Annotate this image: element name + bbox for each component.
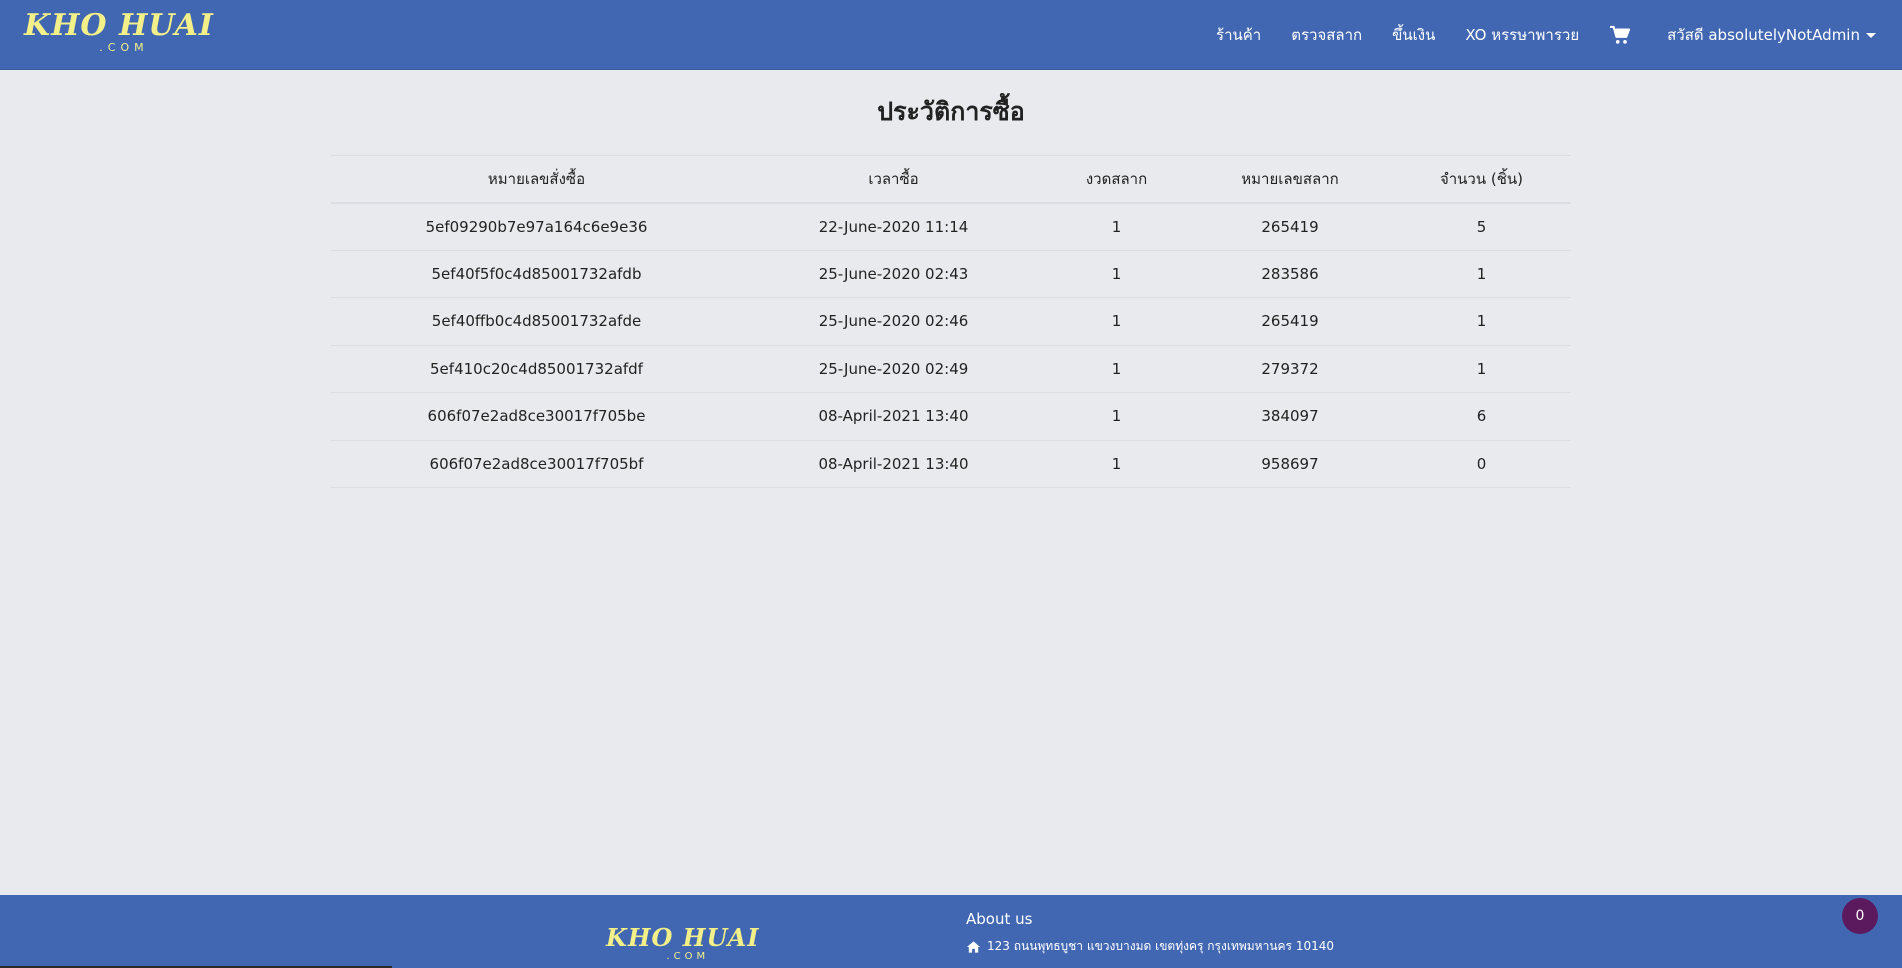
nav-links: ร้านค้า ตรวจสลาก ขึ้นเงิน XO หรรษาพารวย … [1186, 0, 1876, 70]
header-lottery-number: หมายเลขสลาก [1188, 155, 1392, 204]
cell-purchase-time: 08-April-2021 13:40 [742, 440, 1045, 488]
chevron-down-icon [1866, 32, 1876, 38]
header-order-number: หมายเลขสั่งซื้อ [331, 155, 742, 204]
cell-order-number: 606f07e2ad8ce30017f705bf [331, 440, 742, 488]
cell-quantity: 1 [1392, 345, 1571, 393]
page-title: ประวัติการซื้อ [877, 97, 1025, 126]
cell-draw: 1 [1045, 202, 1188, 251]
footer: KHO HUAI .COM About us 123 ถนนพุทธบูชา แ… [0, 895, 1902, 968]
cell-draw: 1 [1045, 345, 1188, 393]
cell-purchase-time: 08-April-2021 13:40 [742, 392, 1045, 441]
cell-lottery-number: 265419 [1188, 297, 1392, 346]
cell-order-number: 5ef40ffb0c4d85001732afde [331, 297, 742, 346]
nav-link-xo-game[interactable]: XO หรรษาพารวย [1465, 23, 1579, 47]
table-header-row: หมายเลขสั่งซื้อ เวลาซื้อ งวดสลาก หมายเลข… [331, 155, 1571, 204]
nav-link-claim-prize[interactable]: ขึ้นเงิน [1392, 23, 1435, 47]
cell-order-number: 606f07e2ad8ce30017f705be [331, 392, 742, 441]
cell-quantity: 1 [1392, 297, 1571, 346]
navbar: KHO HUAI .COM ร้านค้า ตรวจสลาก ขึ้นเงิน … [0, 0, 1902, 70]
table-row: 5ef40f5f0c4d85001732afdb 25-June-2020 02… [331, 250, 1571, 298]
header-quantity: จำนวน (ชิ้น) [1392, 155, 1571, 204]
header-draw: งวดสลาก [1045, 155, 1188, 204]
cell-quantity: 5 [1392, 202, 1571, 251]
cell-lottery-number: 283586 [1188, 250, 1392, 298]
cell-lottery-number: 265419 [1188, 202, 1392, 251]
address-text: 123 ถนนพุทธบูชา แขวงบางมด เขตทุ่งครุ กรุ… [987, 939, 1334, 953]
nav-link-check-lottery[interactable]: ตรวจสลาก [1291, 23, 1362, 47]
cell-lottery-number: 384097 [1188, 392, 1392, 441]
cell-purchase-time: 25-June-2020 02:46 [742, 297, 1045, 346]
cell-draw: 1 [1045, 392, 1188, 441]
nav-link-shop[interactable]: ร้านค้า [1216, 23, 1261, 47]
cell-order-number: 5ef09290b7e97a164c6e9e36 [331, 202, 742, 251]
cart-icon[interactable] [1609, 25, 1631, 45]
address-line: 123 ถนนพุทธบูชา แขวงบางมด เขตทุ่งครุ กรุ… [966, 937, 1334, 956]
table-row: 606f07e2ad8ce30017f705be 08-April-2021 1… [331, 392, 1571, 441]
brand-logo[interactable]: KHO HUAI .COM [24, 10, 214, 54]
cell-draw: 1 [1045, 250, 1188, 298]
purchase-history-table: หมายเลขสั่งซื้อ เวลาซื้อ งวดสลาก หมายเลข… [331, 155, 1571, 488]
cell-purchase-time: 22-June-2020 11:14 [742, 202, 1045, 251]
cell-quantity: 0 [1392, 440, 1571, 488]
cell-lottery-number: 279372 [1188, 345, 1392, 393]
cell-purchase-time: 25-June-2020 02:49 [742, 345, 1045, 393]
table-row: 606f07e2ad8ce30017f705bf 08-April-2021 1… [331, 440, 1571, 488]
cell-quantity: 1 [1392, 250, 1571, 298]
table-row: 5ef40ffb0c4d85001732afde 25-June-2020 02… [331, 297, 1571, 346]
home-icon [966, 940, 981, 953]
footer-brand-suffix: .COM [666, 951, 710, 962]
table-row: 5ef410c20c4d85001732afdf 25-June-2020 02… [331, 345, 1571, 393]
footer-brand-logo[interactable]: KHO HUAI .COM [606, 923, 760, 963]
user-menu-dropdown[interactable]: สวัสดี absolutelyNotAdmin [1667, 23, 1876, 47]
chat-badge[interactable]: 0 [1842, 898, 1878, 934]
cell-purchase-time: 25-June-2020 02:43 [742, 250, 1045, 298]
header-purchase-time: เวลาซื้อ [742, 155, 1045, 204]
user-greeting: สวัสดี absolutelyNotAdmin [1667, 26, 1860, 44]
brand-logo-suffix: .COM [99, 41, 149, 54]
cell-lottery-number: 958697 [1188, 440, 1392, 488]
cell-draw: 1 [1045, 440, 1188, 488]
cell-draw: 1 [1045, 297, 1188, 346]
footer-brand-text: KHO HUAI [606, 923, 760, 952]
table-row: 5ef09290b7e97a164c6e9e36 22-June-2020 11… [331, 202, 1571, 251]
brand-logo-text: KHO HUAI [24, 8, 214, 43]
cell-quantity: 6 [1392, 392, 1571, 441]
cell-order-number: 5ef40f5f0c4d85001732afdb [331, 250, 742, 298]
cell-order-number: 5ef410c20c4d85001732afdf [331, 345, 742, 393]
about-us-heading: About us [966, 910, 1033, 928]
